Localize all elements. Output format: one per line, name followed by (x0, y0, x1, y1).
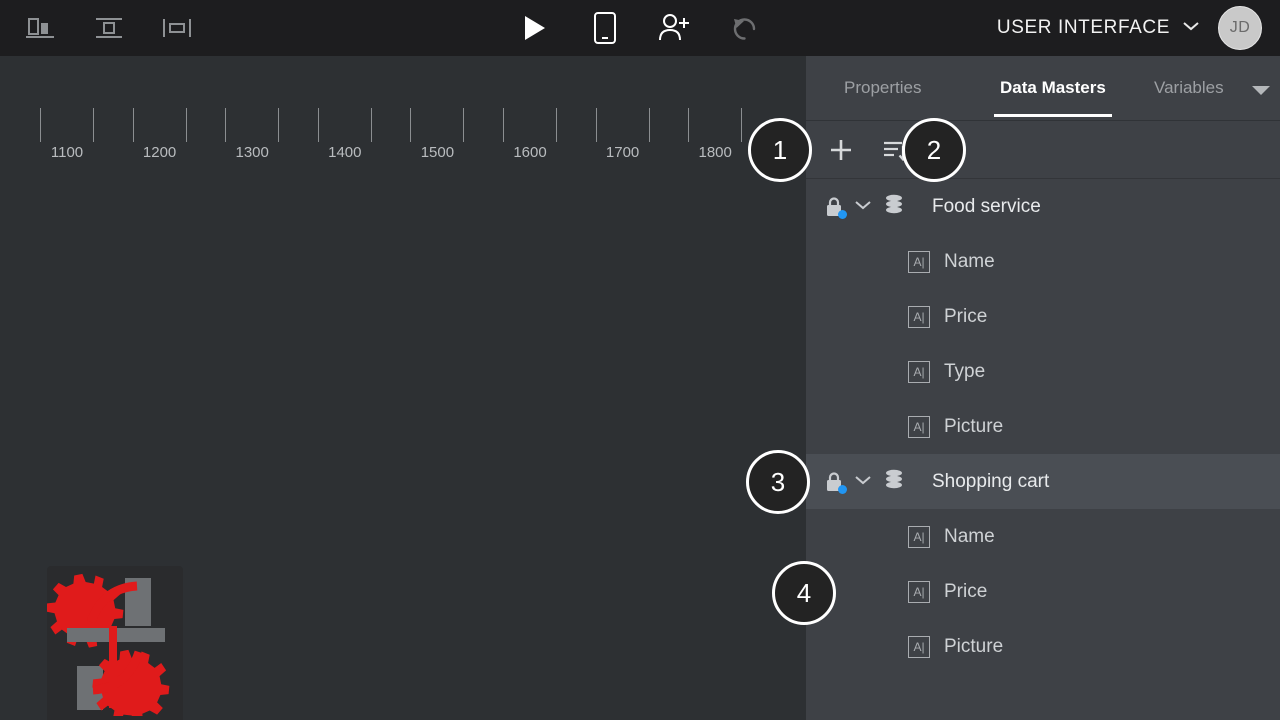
data-master-field-row[interactable]: A| Picture (806, 399, 1280, 454)
project-selector[interactable]: USER INTERFACE (997, 17, 1200, 39)
ruler-label: 1200 (142, 144, 177, 161)
field-name: Price (944, 580, 988, 602)
ruler-label: 1500 (420, 144, 455, 161)
ruler-label: 1800 (698, 144, 732, 161)
align-center-vertical-icon[interactable] (88, 13, 130, 43)
design-canvas[interactable]: 1100 1200 1300 1400 1500 1600 1700 1800 (0, 56, 806, 720)
add-data-master-button[interactable] (824, 133, 858, 167)
panel-tabs: Properties Data Masters Variables (806, 56, 1280, 121)
data-master-row[interactable]: Food service (806, 179, 1280, 234)
undo-icon[interactable] (725, 8, 765, 48)
add-user-icon[interactable] (655, 8, 695, 48)
ruler-label: 1100 (50, 144, 84, 161)
ruler-tick (595, 108, 597, 142)
horizontal-ruler: 1100 1200 1300 1400 1500 1600 1700 1800 (0, 56, 806, 168)
field-name: Type (944, 360, 986, 382)
text-field-icon: A| (908, 635, 930, 658)
text-field-icon: A| (908, 580, 930, 603)
data-master-row[interactable]: Shopping cart (806, 454, 1280, 509)
ruler-tick (688, 108, 690, 142)
field-name: Picture (944, 635, 1004, 657)
text-field-icon: A| (908, 525, 930, 548)
ruler-tick (40, 108, 41, 142)
data-masters-toolbar (806, 121, 1280, 179)
field-name: Picture (944, 415, 1004, 437)
ruler-label: 1600 (513, 144, 547, 161)
gear-logo-icon (46, 566, 183, 720)
ruler-tick (93, 108, 94, 142)
ruler-tick (317, 108, 319, 142)
ruler-tick (185, 108, 187, 142)
project-controls: USER INTERFACE JD (997, 0, 1262, 56)
project-name-label: USER INTERFACE (996, 17, 1170, 38)
ruler-tick (648, 108, 650, 142)
ruler-tick (741, 108, 743, 142)
data-master-field-row[interactable]: A| Name (806, 234, 1280, 289)
ruler-tick (463, 108, 465, 142)
data-master-field-row[interactable]: A| Price (806, 289, 1280, 344)
chevron-down-icon (1182, 19, 1200, 37)
ruler-tick (370, 108, 372, 142)
database-icon (882, 192, 906, 221)
chevron-down-icon[interactable] (854, 473, 872, 491)
right-inspector-panel: Properties Data Masters Variables Food s… (806, 56, 1280, 720)
data-master-field-row[interactable]: A| Name (806, 509, 1280, 564)
align-horizontal-icon[interactable] (156, 13, 198, 43)
main-tools-group (515, 0, 765, 56)
field-name: Name (944, 525, 995, 547)
status-dot (838, 209, 847, 219)
ruler-tick (410, 108, 412, 142)
chevron-down-icon[interactable] (854, 198, 872, 216)
tabs-overflow-triangle-icon[interactable] (1252, 86, 1270, 95)
data-master-field-row[interactable]: A| Type (806, 344, 1280, 399)
text-field-icon: A| (908, 415, 930, 438)
data-master-name: Food service (932, 195, 1041, 217)
preview-play-icon[interactable] (515, 8, 555, 48)
apo-design-tool-window: USER INTERFACE JD 1100 1200 1300 1400 1500 16… (0, 0, 1280, 720)
align-left-icon[interactable] (20, 13, 62, 43)
ruler-tick (503, 108, 504, 142)
status-dot (838, 484, 847, 494)
lock-icon[interactable] (824, 196, 847, 219)
tab-properties[interactable]: Properties (830, 55, 935, 120)
ruler-tick (225, 108, 227, 142)
ruler-label: 1700 (605, 144, 640, 161)
sort-button[interactable] (878, 133, 912, 167)
ruler-tick (132, 108, 134, 142)
tab-variables[interactable]: Variables (1140, 55, 1238, 120)
text-field-icon: A| (908, 250, 930, 273)
ruler-tick (556, 108, 557, 142)
text-field-icon: A| (908, 360, 930, 383)
avatar[interactable]: JD (1218, 6, 1262, 50)
lock-icon[interactable] (824, 471, 847, 494)
ruler-label: 1400 (328, 144, 362, 161)
avatar-initials: JD (1229, 19, 1251, 36)
data-master-field-row[interactable]: A| Price (806, 564, 1280, 619)
ruler-tick (278, 108, 280, 142)
ruler-label: 1300 (235, 144, 269, 161)
database-icon (882, 467, 906, 496)
top-toolbar: USER INTERFACE JD (0, 0, 1280, 56)
tab-data-masters[interactable]: Data Masters (986, 55, 1120, 120)
align-tools-group (20, 0, 198, 56)
data-master-field-row[interactable]: A| Picture (806, 619, 1280, 674)
data-masters-tree: Food service A| Name A| Price A| Type A| Pic… (806, 179, 1280, 720)
field-name: Price (944, 305, 988, 327)
data-master-name: Shopping cart (932, 470, 1050, 492)
text-field-icon: A| (908, 305, 930, 328)
watermark-logo: Steamspowered (46, 566, 183, 720)
field-name: Name (944, 250, 995, 272)
mobile-device-icon[interactable] (585, 8, 625, 48)
